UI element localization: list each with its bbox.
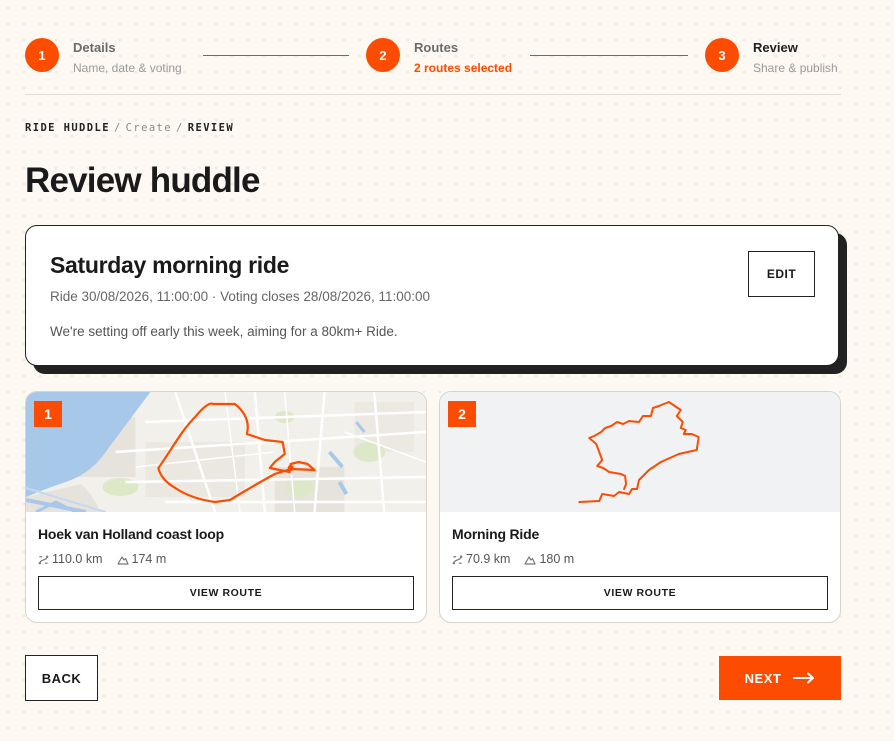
breadcrumb-root[interactable]: RIDE HUDDLE — [25, 122, 110, 134]
route-distance: 110.0 km — [52, 552, 103, 566]
step-number: 3 — [705, 38, 739, 72]
breadcrumb-separator: / — [113, 122, 122, 134]
route-number-badge: 2 — [448, 401, 476, 427]
step-connector — [203, 55, 349, 56]
arrow-right-icon — [793, 672, 815, 684]
breadcrumb-create[interactable]: Create — [126, 122, 172, 134]
huddle-title: Saturday morning ride — [50, 252, 290, 278]
route-map-thumbnail[interactable] — [440, 392, 840, 512]
mountain-icon — [524, 555, 537, 565]
route-number-badge: 1 — [34, 401, 62, 427]
step-connector — [530, 55, 688, 56]
step-number: 2 — [366, 38, 400, 72]
huddle-meta: Ride 30/08/2026, 11:00:00 · Voting close… — [50, 289, 431, 304]
route-stats: 110.0 km 174 m — [38, 552, 180, 566]
page-title: Review huddle — [25, 161, 260, 200]
breadcrumb-current: REVIEW — [187, 122, 235, 134]
next-button[interactable]: NEXT — [719, 656, 841, 700]
step-subtitle: Share & publish — [753, 61, 838, 75]
edit-button[interactable]: EDIT — [748, 251, 815, 297]
route-distance-icon — [38, 555, 49, 564]
route-stats: 70.9 km 180 m — [452, 552, 588, 566]
step-number: 1 — [25, 38, 59, 72]
route-distance: 70.9 km — [466, 552, 511, 566]
route-name: Morning Ride — [452, 526, 540, 542]
step-routes[interactable]: 2 Routes 2 routes selected — [366, 38, 512, 76]
step-review[interactable]: 3 Review Share & publish — [705, 38, 838, 76]
step-subtitle: Name, date & voting — [73, 61, 182, 75]
view-route-button[interactable]: VIEW ROUTE — [452, 576, 828, 610]
view-route-button[interactable]: VIEW ROUTE — [38, 576, 414, 610]
mountain-icon — [116, 555, 129, 565]
huddle-description: We're setting off early this week, aimin… — [50, 324, 398, 339]
breadcrumb: RIDE HUDDLE / Create / REVIEW — [25, 122, 234, 134]
progress-stepper: 1 Details Name, date & voting 2 Routes 2… — [25, 38, 841, 95]
route-card: 2 Morning Ride 70.9 km 180 m VIEW ROUTE — [439, 391, 841, 623]
next-label: NEXT — [744, 670, 782, 686]
route-name: Hoek van Holland coast loop — [38, 526, 224, 542]
step-details[interactable]: 1 Details Name, date & voting — [25, 38, 182, 76]
breadcrumb-separator: / — [176, 122, 184, 134]
step-title: Details — [73, 40, 116, 55]
route-elevation: 174 m — [131, 552, 167, 566]
step-subtitle: 2 routes selected — [414, 61, 513, 75]
huddle-summary-card: Saturday morning ride Ride 30/08/2026, 1… — [25, 225, 839, 366]
route-map-thumbnail[interactable] — [26, 392, 426, 512]
route-distance-icon — [452, 555, 463, 564]
step-title: Routes — [414, 40, 459, 55]
route-elevation: 180 m — [539, 552, 575, 566]
route-card: 1 Hoek van Holland coast loop 110.0 km 1… — [25, 391, 427, 623]
back-button[interactable]: BACK — [25, 655, 98, 701]
step-title: Review — [753, 40, 798, 55]
